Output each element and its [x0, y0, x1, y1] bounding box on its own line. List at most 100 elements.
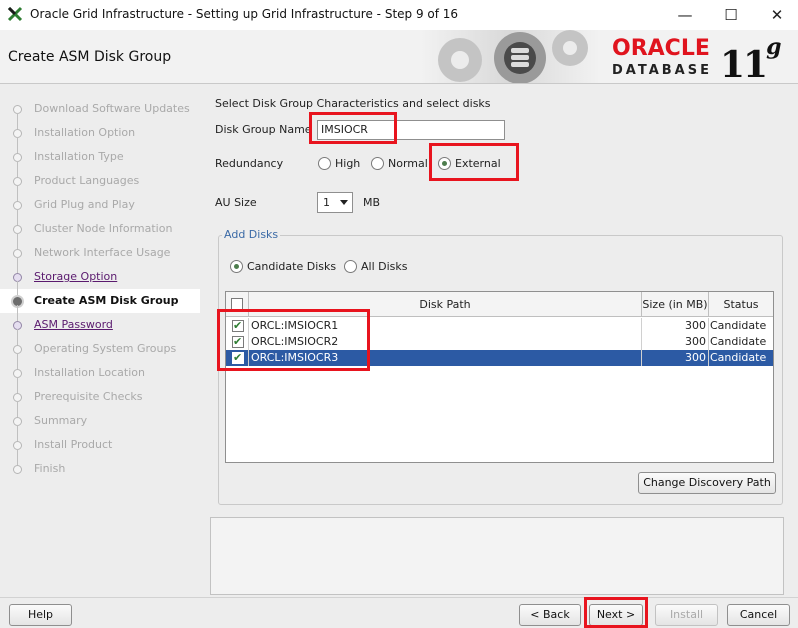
redundancy-high-radio[interactable] — [318, 157, 331, 170]
nav-step-item[interactable]: ASM Password — [0, 305, 200, 337]
au-size-value: 1 — [323, 196, 330, 209]
close-icon: ✕ — [770, 6, 784, 24]
highlight-next — [584, 597, 648, 628]
footer-divider — [0, 597, 798, 598]
nav-step-item: Network Interface Usage — [0, 233, 200, 265]
nav-step-label: Grid Plug and Play — [34, 198, 135, 211]
nav-step-item: Prerequisite Checks — [0, 377, 200, 409]
nav-connector — [17, 425, 18, 441]
nav-step-item: Installation Location — [0, 353, 200, 385]
candidate-disks-label[interactable]: Candidate Disks — [247, 260, 336, 273]
nav-step-label: Finish — [34, 462, 66, 475]
cancel-button[interactable]: Cancel — [727, 604, 790, 626]
nav-step-item: Installation Type — [0, 137, 200, 169]
nav-step-label: Installation Type — [34, 150, 124, 163]
minimize-icon: — — [677, 6, 693, 24]
nav-step-item: Installation Option — [0, 113, 200, 145]
chevron-down-icon — [340, 200, 348, 205]
nav-step-label: Installation Location — [34, 366, 145, 379]
nav-step-label: Operating System Groups — [34, 342, 177, 355]
nav-step-label: Installation Option — [34, 126, 136, 139]
nav-connector — [17, 161, 18, 177]
nav-step-item: Product Languages — [0, 161, 200, 193]
nav-step-label[interactable]: Storage Option — [34, 270, 117, 283]
gears-graphic — [420, 30, 600, 83]
back-button[interactable]: < Back — [519, 604, 581, 626]
install-button[interactable]: Install — [655, 604, 718, 626]
highlight-disk-group-name — [309, 112, 397, 144]
nav-connector — [17, 233, 18, 249]
all-disks-radio[interactable] — [344, 260, 357, 273]
step-indicator-icon — [13, 465, 22, 474]
nav-step-label: Download Software Updates — [34, 102, 190, 115]
highlight-disk-rows — [217, 309, 370, 371]
header-banner: Create ASM Disk Group ORACLE DATABASE 11… — [0, 30, 798, 84]
form-intro: Select Disk Group Characteristics and se… — [215, 97, 491, 110]
redundancy-high-label[interactable]: High — [335, 157, 360, 170]
highlight-external — [429, 143, 519, 181]
maximize-button[interactable]: ☐ — [708, 0, 754, 30]
oracle-x-icon — [7, 6, 23, 22]
nav-connector — [17, 449, 18, 465]
redundancy-normal-label[interactable]: Normal — [388, 157, 428, 170]
window-title: Oracle Grid Infrastructure - Setting up … — [30, 7, 459, 21]
nav-step-item: Download Software Updates — [0, 97, 200, 121]
nav-connector — [17, 113, 18, 129]
nav-step-label: Create ASM Disk Group — [34, 294, 179, 307]
nav-connector — [17, 377, 18, 393]
add-disks-title: Add Disks — [222, 228, 281, 241]
disk-size-cell: 300 — [642, 350, 709, 366]
version-suffix: g — [766, 34, 781, 60]
au-size-select[interactable]: 1 — [317, 192, 353, 213]
change-discovery-path-button[interactable]: Change Discovery Path — [638, 472, 776, 494]
nav-step-item: Install Product — [0, 425, 200, 457]
oracle-logo: ORACLE DATABASE — [612, 36, 712, 79]
close-button[interactable]: ✕ — [754, 0, 798, 30]
nav-connector — [17, 401, 18, 417]
column-header-size[interactable]: Size (in MB) — [642, 292, 709, 317]
disk-status-cell: Candidate — [710, 351, 767, 364]
disk-size-cell: 300 — [642, 334, 709, 350]
disk-status-cell: Candidate — [710, 319, 767, 332]
redundancy-normal-radio[interactable] — [371, 157, 384, 170]
nav-step-item: Create ASM Disk Group — [0, 281, 200, 313]
version-number: 11 — [720, 44, 768, 84]
nav-step-item: Finish — [0, 449, 200, 481]
title-bar: Oracle Grid Infrastructure - Setting up … — [0, 0, 798, 30]
message-pane — [210, 517, 784, 595]
oracle-wordmark: ORACLE — [612, 36, 710, 61]
nav-connector — [17, 137, 18, 153]
help-button[interactable]: Help — [9, 604, 72, 626]
au-size-unit: MB — [363, 196, 381, 209]
nav-step-label: Network Interface Usage — [34, 246, 171, 259]
disk-size-cell: 300 — [642, 318, 709, 334]
disk-status-cell: Candidate — [710, 335, 767, 348]
nav-step-label: Install Product — [34, 438, 113, 451]
version-badge: 11g — [720, 34, 782, 84]
nav-step-label: Cluster Node Information — [34, 222, 173, 235]
candidate-disks-radio[interactable] — [230, 260, 243, 273]
nav-connector — [17, 329, 18, 345]
redundancy-label: Redundancy — [215, 157, 284, 170]
installer-window: Oracle Grid Infrastructure - Setting up … — [0, 0, 798, 628]
nav-connector — [17, 185, 18, 201]
steps-nav: Download Software Updates Installation Op… — [0, 85, 200, 595]
column-header-status[interactable]: Status — [709, 292, 773, 317]
nav-step-item: Operating System Groups — [0, 329, 200, 361]
page-title: Create ASM Disk Group — [8, 49, 172, 65]
nav-step-label: Prerequisite Checks — [34, 390, 143, 403]
nav-step-label[interactable]: ASM Password — [34, 318, 113, 331]
disk-group-name-label: Disk Group Name — [215, 123, 312, 136]
nav-connector — [17, 257, 18, 273]
nav-connector — [17, 353, 18, 369]
database-wordmark: DATABASE — [612, 63, 712, 78]
nav-step-item[interactable]: Storage Option — [0, 257, 200, 289]
maximize-icon: ☐ — [724, 6, 738, 24]
au-size-label: AU Size — [215, 196, 257, 209]
nav-step-item: Summary — [0, 401, 200, 433]
all-disks-label[interactable]: All Disks — [361, 260, 408, 273]
nav-step-item: Cluster Node Information — [0, 209, 200, 241]
nav-step-label: Product Languages — [34, 174, 140, 187]
minimize-button[interactable]: — — [662, 0, 708, 30]
nav-connector — [17, 209, 18, 225]
